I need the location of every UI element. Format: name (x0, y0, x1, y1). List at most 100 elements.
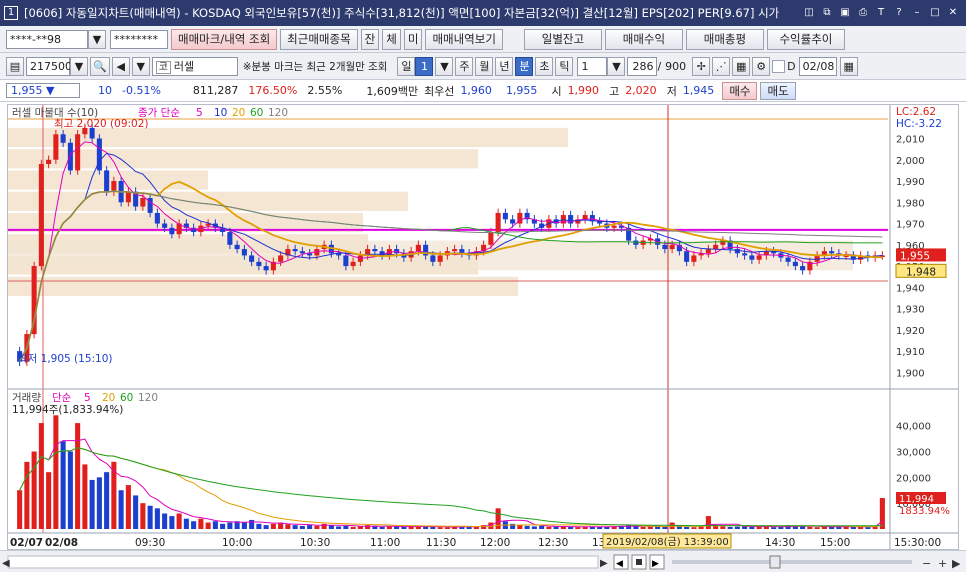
volume-bar (154, 508, 160, 529)
scroll-track[interactable] (7, 555, 599, 569)
minimize-icon[interactable]: – (910, 6, 924, 20)
candle-body (452, 249, 458, 252)
scroll-end-icon[interactable]: ▶ (952, 557, 961, 570)
save-icon[interactable]: ▣ (838, 6, 852, 20)
trade-history-button[interactable]: 매매내역보기 (425, 28, 503, 50)
candle-body (350, 261, 356, 267)
period-year[interactable]: 년 (495, 56, 514, 76)
maximize-icon[interactable]: □ (928, 6, 942, 20)
volume-bar (879, 498, 885, 529)
volume-bar (227, 522, 233, 529)
candle-body (756, 255, 762, 260)
price-volume-chart[interactable]: 2,0102,0001,9901,9801,9701,9601,9501,940… (8, 105, 958, 549)
volume-bar (38, 423, 44, 529)
volume-bar (104, 472, 110, 529)
stock-history-dropdown-icon[interactable]: ▼ (131, 56, 150, 76)
date-checkbox[interactable] (772, 59, 786, 73)
scroll-left-icon[interactable]: ◀ (2, 558, 10, 569)
candle-body (60, 134, 66, 143)
current-price: 1,955 ▼ (6, 83, 80, 98)
password-field[interactable]: ******** (110, 29, 168, 49)
period-day[interactable]: 일 (397, 56, 416, 76)
volume-bar (858, 526, 864, 529)
volume-bar (691, 527, 697, 529)
zoom-slider[interactable] (672, 560, 912, 564)
volume-legend-period: 120 (138, 392, 158, 404)
volume-bar (640, 526, 646, 529)
font-icon[interactable]: T (874, 6, 888, 20)
x-tick-label: 02/08 (45, 537, 78, 549)
candle-body (292, 249, 298, 252)
unexecuted-button[interactable]: 미 (403, 28, 423, 50)
period-second[interactable]: 초 (535, 56, 554, 76)
account-dropdown-icon[interactable]: ▼ (88, 29, 106, 49)
period-value-field[interactable]: 1 (415, 56, 434, 76)
copy-icon[interactable]: ⧉ (820, 6, 834, 20)
candle-body (611, 225, 617, 228)
total-count: 900 (665, 59, 687, 73)
candle-body (133, 191, 139, 207)
interval-field[interactable]: 1 (577, 56, 608, 76)
x-tick-label: 12:00 (480, 537, 510, 549)
code-dropdown-icon[interactable]: ▼ (70, 56, 88, 76)
candle-body (75, 134, 81, 171)
zoom-out-icon[interactable]: − (922, 557, 931, 570)
period-tick[interactable]: 틱 (555, 56, 574, 76)
trade-profit-button[interactable]: 매매수익 (604, 28, 683, 50)
trade-review-button[interactable]: 매매총평 (685, 28, 764, 50)
period-month[interactable]: 월 (475, 56, 494, 76)
trade-mark-query-button[interactable]: 매매마크/내역 조회 (171, 28, 278, 50)
candle-body (713, 244, 719, 250)
high-price: 2,020 (625, 84, 657, 97)
trend-tool-icon[interactable]: ⋰ (712, 56, 731, 76)
candle-body (705, 249, 711, 254)
candle-body (46, 159, 52, 165)
zoom-in-icon[interactable]: + (938, 557, 947, 570)
buy-button[interactable]: 매수 (722, 81, 758, 100)
count-field[interactable]: 286 (627, 56, 658, 76)
scroll-right-icon[interactable]: ▶ (600, 558, 608, 569)
settings-gear-icon[interactable]: ⚙ (752, 56, 771, 76)
volume-bar (865, 527, 871, 529)
svg-text:◀: ◀ (616, 559, 623, 569)
chart-scroll-bar[interactable]: ◀ ▶ ◀ ▶ − + ▶ (0, 550, 966, 572)
executed-button[interactable]: 체 (382, 28, 401, 50)
stock-code-input[interactable]: 217500 (26, 56, 72, 76)
help-icon[interactable]: ? (892, 6, 906, 20)
volume-bar (698, 526, 704, 529)
prev-stock-icon[interactable]: ◀ (111, 56, 130, 76)
price-legend-period: 10 (214, 107, 227, 119)
balance-button[interactable]: 잔 (360, 28, 380, 50)
candle-body (829, 251, 835, 254)
search-icon[interactable]: 🔍 (90, 56, 110, 76)
chart-area[interactable]: 2,0102,0001,9901,9801,9701,9601,9501,940… (7, 104, 959, 550)
period-minute[interactable]: 분 (515, 56, 534, 76)
volume-bar (67, 451, 73, 529)
interval-dropdown-icon[interactable]: ▼ (607, 56, 626, 76)
date-field[interactable]: 02/08 (798, 56, 837, 76)
recent-trades-button[interactable]: 최근매매종목 (280, 28, 358, 50)
calendar-icon[interactable]: ▦ (839, 56, 858, 76)
volume-tick-label: 40,000 (896, 422, 931, 433)
volume-bar (568, 526, 574, 529)
daily-balance-button[interactable]: 일별잔고 (523, 28, 602, 50)
volume-bar (633, 526, 639, 529)
window-title: [0606] 자동일지차트(매매내역) - KOSDAQ 외국인보유[57(천)… (24, 6, 780, 20)
period-week[interactable]: 주 (455, 56, 474, 76)
candle-body (67, 142, 73, 171)
crosshair-icon[interactable]: ✢ (692, 56, 711, 76)
volume-bar (292, 525, 298, 529)
return-trend-button[interactable]: 수익률추이 (766, 28, 845, 50)
zoom-thumb[interactable] (769, 555, 781, 569)
link-icon[interactable]: ◫ (802, 6, 816, 20)
chart-save-icon[interactable]: ▦ (732, 56, 751, 76)
print-icon[interactable]: ⎙ (856, 6, 870, 20)
account-select[interactable]: ****-**98 (6, 29, 88, 49)
sell-button[interactable]: 매도 (760, 81, 796, 100)
volume-legend-ma: 단순 (52, 392, 72, 404)
low-annotation: 최저 1,905 (15:10) (18, 353, 113, 365)
period-value-dropdown-icon[interactable]: ▼ (435, 56, 454, 76)
volume-bar (140, 503, 146, 529)
layout-icon[interactable]: ▤ (6, 56, 24, 76)
close-icon[interactable]: ✕ (946, 6, 960, 20)
